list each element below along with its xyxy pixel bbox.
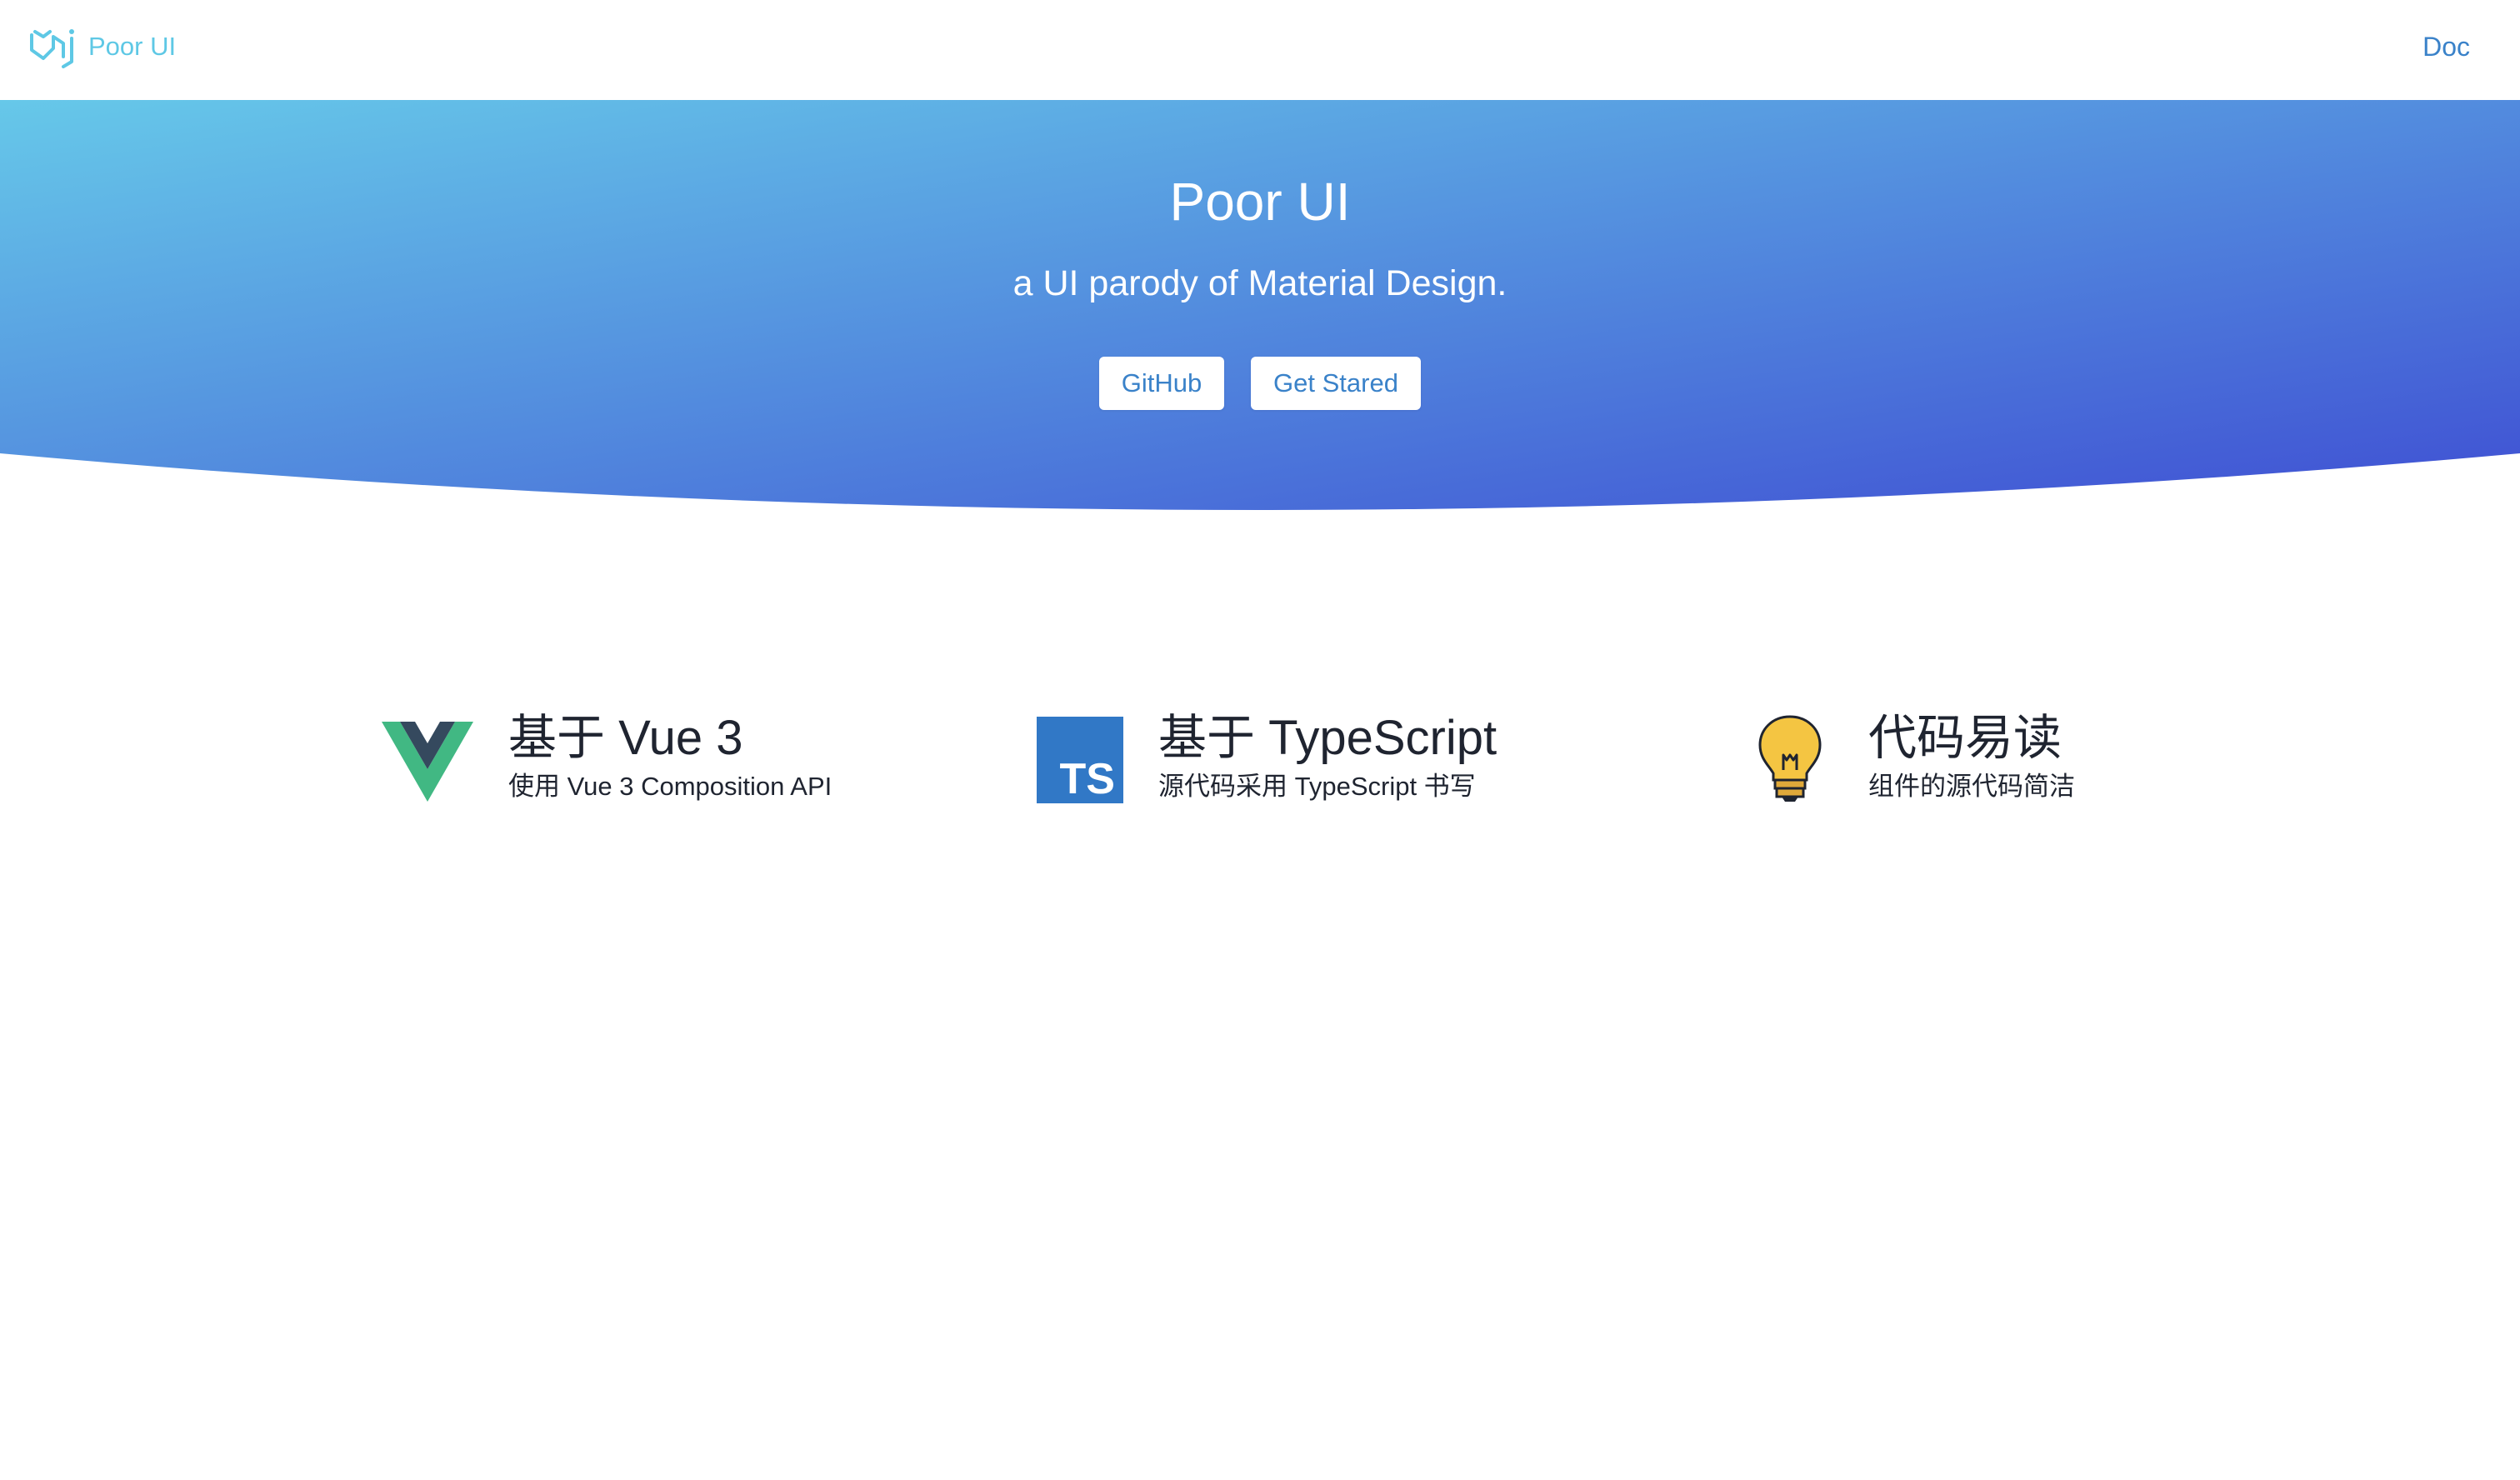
feature-vue: 基于 Vue 3 使用 Vue 3 Composition API <box>382 708 832 805</box>
typescript-logo-icon: TS <box>1037 717 1123 803</box>
feature-description: 使用 Vue 3 Composition API <box>508 772 832 801</box>
features-section: 基于 Vue 3 使用 Vue 3 Composition API TS 基于 … <box>0 708 2520 842</box>
feature-description: 组件的源代码简洁 <box>1868 772 2075 801</box>
hero-background <box>0 100 2520 510</box>
vue-logo-icon <box>382 722 473 802</box>
feature-readable: 代码易读 组件的源代码简洁 <box>1757 708 2075 805</box>
logo-icon <box>30 29 74 68</box>
get-started-button[interactable]: Get Stared <box>1251 357 1421 410</box>
hero-subtitle: a UI parody of Material Design. <box>1012 263 1508 303</box>
feature-title: 基于 Vue 3 <box>508 711 743 765</box>
feature-text: 基于 Vue 3 使用 Vue 3 Composition API <box>508 708 832 805</box>
feature-text: 基于 TypeScript 源代码采用 TypeScript 书写 <box>1158 708 1497 805</box>
hero-banner: Poor UI a UI parody of Material Design. … <box>0 100 2520 525</box>
logo-text: Poor UI <box>88 32 177 61</box>
feature-text: 代码易读 组件的源代码简洁 <box>1868 708 2075 805</box>
github-button[interactable]: GitHub <box>1099 357 1224 410</box>
feature-typescript: TS 基于 TypeScript 源代码采用 TypeScript 书写 <box>1037 708 1497 805</box>
hero-actions: GitHub Get Stared <box>0 357 2520 410</box>
feature-description: 源代码采用 TypeScript 书写 <box>1158 772 1476 801</box>
logo[interactable]: Poor UI <box>28 25 176 68</box>
feature-title: 代码易读 <box>1868 711 2062 765</box>
svg-text:TS: TS <box>1060 755 1115 803</box>
feature-title: 基于 TypeScript <box>1158 711 1498 765</box>
top-navigation: Poor UI Doc <box>0 0 2520 100</box>
hero-title: Poor UI <box>1169 172 1351 232</box>
lightbulb-icon <box>1758 715 1822 802</box>
doc-link[interactable]: Doc <box>2422 28 2470 65</box>
